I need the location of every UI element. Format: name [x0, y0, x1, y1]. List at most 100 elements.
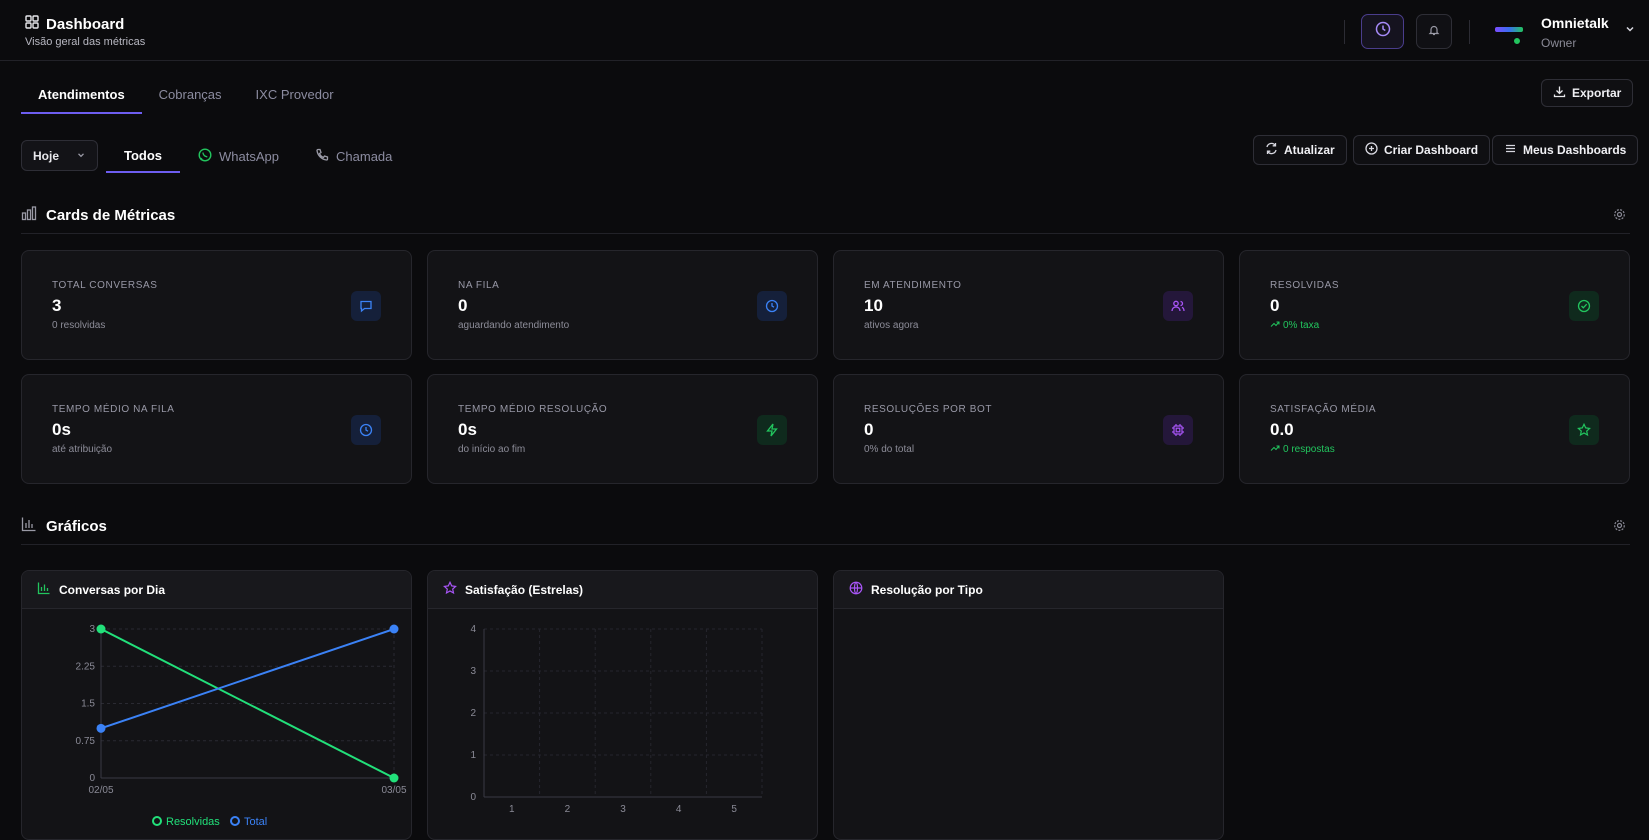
- gear-icon[interactable]: [1613, 519, 1626, 536]
- metric-card: SATISFAÇÃO MÉDIA 0.0 0 respostas: [1239, 374, 1630, 484]
- metric-card: RESOLUÇÕES POR BOT 0 0% do total: [833, 374, 1224, 484]
- download-icon: [1553, 85, 1566, 101]
- y-tick-label: 2.25: [76, 661, 96, 672]
- channel-tab-label: Todos: [124, 147, 163, 163]
- tab-atendimentos[interactable]: Atendimentos: [21, 79, 142, 114]
- metric-card: NA FILA 0 aguardando atendimento: [427, 250, 818, 360]
- panel-header: Satisfação (Estrelas): [428, 571, 817, 609]
- metric-label: EM ATENDIMENTO: [864, 280, 962, 291]
- channel-tab-todos[interactable]: Todos: [106, 139, 181, 173]
- y-tick-label: 2: [470, 708, 476, 719]
- page-title: Dashboard: [25, 15, 145, 33]
- data-point[interactable]: [389, 773, 399, 783]
- create-dashboard-label: Criar Dashboard: [1384, 143, 1479, 157]
- metric-subtext-value: 0% taxa: [1283, 320, 1320, 331]
- my-dashboards-label: Meus Dashboards: [1523, 143, 1627, 157]
- period-select-value: Hoje: [33, 148, 60, 163]
- company-logo: [1495, 27, 1523, 32]
- metric-label: NA FILA: [458, 280, 500, 291]
- metric-subtext: aguardando atendimento: [458, 320, 569, 331]
- metric-card: EM ATENDIMENTO 10 ativos agora: [833, 250, 1224, 360]
- y-tick-label: 0: [470, 792, 476, 803]
- conversations-line-chart: 0 0.75 1.5 2.25 3 02/05 03/05 Resolvidas Total: [76, 624, 407, 828]
- export-button[interactable]: Exportar: [1541, 79, 1634, 107]
- metric-card: TEMPO MÉDIO NA FILA 0s até atribuição: [21, 374, 412, 484]
- section-title: Gráficos: [46, 517, 107, 535]
- panel-title: Satisfação (Estrelas): [465, 582, 584, 597]
- refresh-button[interactable]: Atualizar: [1253, 135, 1347, 165]
- main-tabs: Atendimentos Cobranças IXC Provedor: [21, 79, 351, 114]
- metric-subtext-value: 0% do total: [864, 444, 915, 455]
- metric-label: TEMPO MÉDIO RESOLUÇÃO: [458, 404, 608, 415]
- cards-section-header: Cards de Métricas: [21, 205, 1630, 234]
- period-select[interactable]: Hoje: [21, 140, 98, 171]
- dashboard-grid-icon: [25, 15, 39, 33]
- satisfaction-panel: Satisfação (Estrelas) 0 1 2 3 4 1 2 3 4 5: [427, 570, 818, 840]
- my-dashboards-button[interactable]: Meus Dashboards: [1492, 135, 1639, 165]
- notifications-button[interactable]: [1416, 14, 1452, 49]
- y-tick-label: 4: [470, 624, 476, 635]
- globe-icon: [849, 581, 863, 598]
- x-tick-label: 2: [565, 804, 571, 815]
- metric-value: 0: [864, 420, 874, 439]
- data-point[interactable]: [389, 624, 399, 634]
- legend-label: Resolvidas: [166, 816, 220, 828]
- data-point[interactable]: [96, 624, 106, 634]
- create-dashboard-button[interactable]: Criar Dashboard: [1353, 135, 1491, 165]
- page-title-text: Dashboard: [46, 15, 125, 33]
- charts-section-header: Gráficos: [21, 516, 1630, 545]
- zap-icon: [757, 415, 787, 445]
- metric-subtext-value: ativos agora: [864, 320, 919, 331]
- metric-subtext-value: 0 resolvidas: [52, 320, 106, 331]
- metric-card: RESOLVIDAS 0 0% taxa: [1239, 250, 1630, 360]
- satisfaction-bar-chart: 0 1 2 3 4 1 2 3 4 5: [470, 624, 763, 815]
- x-tick-label: 5: [731, 804, 737, 815]
- menu-icon: [1504, 142, 1517, 158]
- x-tick-label: 1: [509, 804, 515, 815]
- panel-header: Conversas por Dia: [22, 571, 411, 609]
- channel-tab-label: Chamada: [336, 148, 393, 164]
- metric-card: TOTAL CONVERSAS 3 0 resolvidas: [21, 250, 412, 360]
- tab-cobrancas[interactable]: Cobranças: [142, 79, 239, 114]
- gear-icon[interactable]: [1613, 208, 1626, 225]
- legend-marker: [230, 816, 240, 826]
- check-circle-icon: [1569, 291, 1599, 321]
- divider: [1469, 20, 1470, 44]
- channel-tab-label: WhatsApp: [219, 148, 280, 164]
- divider: [1344, 20, 1345, 44]
- phone-icon: [315, 148, 329, 165]
- channel-tab-whatsapp[interactable]: WhatsApp: [180, 139, 297, 173]
- trend-up-icon: [1270, 444, 1280, 455]
- metric-label: RESOLUÇÕES POR BOT: [864, 404, 993, 415]
- metric-subtext: 0 resolvidas: [52, 320, 105, 331]
- metric-subtext-value: do início ao fim: [458, 444, 526, 455]
- clock-icon: [351, 415, 381, 445]
- bar-chart-icon: [37, 581, 51, 598]
- metric-label: TEMPO MÉDIO NA FILA: [52, 404, 175, 415]
- y-tick-label: 3: [89, 624, 95, 635]
- star-icon: [443, 580, 457, 598]
- chevron-down-icon: [76, 149, 86, 163]
- data-point[interactable]: [96, 723, 106, 733]
- brand: Dashboard Visão geral das métricas: [25, 15, 145, 48]
- online-status-dot: [1513, 37, 1521, 45]
- tab-ixc-provedor[interactable]: IXC Provedor: [239, 79, 351, 114]
- metric-subtext: 0% do total: [864, 444, 914, 455]
- channel-tab-chamada[interactable]: Chamada: [297, 139, 410, 173]
- users-icon: [1163, 291, 1193, 321]
- refresh-icon: [1265, 142, 1278, 158]
- panel-header: Resolução por Tipo: [834, 571, 1223, 609]
- star-icon: [1569, 415, 1599, 445]
- bar-chart-icon: [21, 205, 37, 225]
- bar-chart-icon: [21, 516, 37, 536]
- y-tick-label: 0: [89, 773, 95, 784]
- metric-label: SATISFAÇÃO MÉDIA: [1270, 404, 1377, 415]
- metric-subtext: ativos agora: [864, 320, 918, 331]
- whatsapp-icon: [198, 147, 212, 165]
- metric-label: TOTAL CONVERSAS: [52, 280, 158, 291]
- y-tick-label: 1: [470, 750, 476, 761]
- metric-label: RESOLVIDAS: [1270, 280, 1340, 291]
- history-button[interactable]: [1361, 14, 1404, 49]
- clock-icon: [757, 291, 787, 321]
- cpu-icon: [1163, 415, 1193, 445]
